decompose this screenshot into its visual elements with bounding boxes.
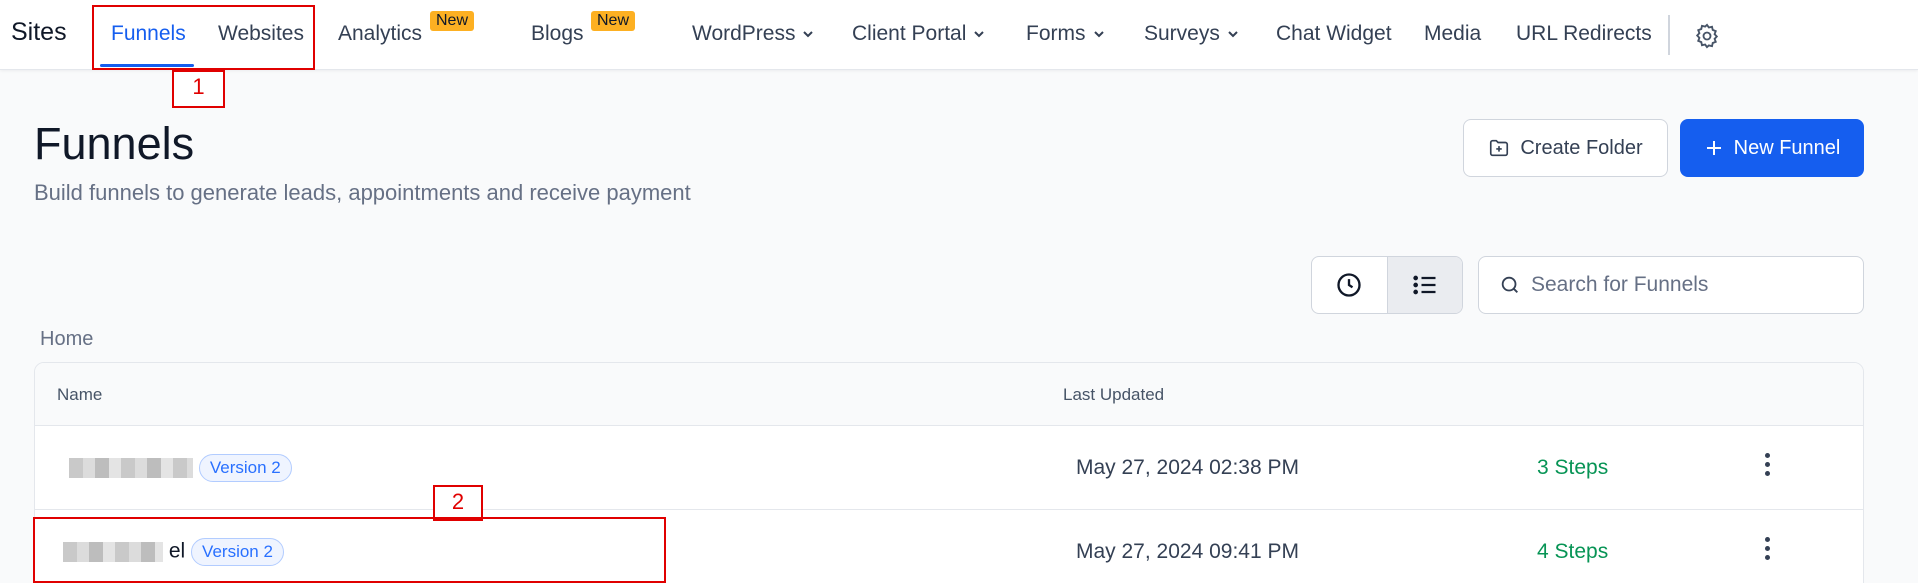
recent-view-button[interactable] [1312, 257, 1387, 313]
brand-title: Sites [11, 18, 67, 46]
column-header-name[interactable]: Name [57, 385, 102, 405]
search-box [1478, 256, 1864, 314]
table-header: Name Last Updated [35, 363, 1863, 426]
more-options-icon[interactable] [1765, 453, 1771, 480]
version-badge: Version 2 [198, 454, 292, 482]
steps-count[interactable]: 4 Steps [1537, 540, 1608, 564]
plus-icon [1706, 141, 1721, 155]
new-funnel-button[interactable]: New Funnel [1680, 119, 1864, 177]
tab-wordpress[interactable]: WordPress [692, 22, 815, 46]
column-header-last-updated[interactable]: Last Updated [1063, 385, 1164, 405]
redacted-funnel-name [69, 458, 193, 478]
list-icon [1413, 275, 1436, 295]
gear-icon[interactable] [1693, 22, 1721, 50]
tab-forms[interactable]: Forms [1026, 22, 1106, 46]
tab-analytics[interactable]: Analytics [338, 22, 422, 46]
chevron-down-icon [803, 31, 814, 38]
blogs-new-badge: New [591, 11, 636, 31]
analytics-new-badge: New [430, 11, 475, 31]
annotation-label-1: 1 [172, 70, 225, 108]
tab-client-portal[interactable]: Client Portal [852, 22, 986, 46]
table-row[interactable]: Version 2 May 27, 2024 02:38 PM 3 Steps [35, 426, 1863, 510]
annotation-box-2 [33, 517, 666, 583]
folder-plus-icon [1490, 139, 1509, 157]
chevron-down-icon [974, 31, 985, 38]
annotation-label-2: 2 [433, 485, 483, 521]
page-title: Funnels [34, 118, 195, 169]
create-folder-button[interactable]: Create Folder [1463, 119, 1668, 177]
list-view-button[interactable] [1386, 257, 1462, 313]
annotation-box-1 [92, 5, 315, 70]
tab-chat-widget[interactable]: Chat Widget [1276, 22, 1392, 46]
chevron-down-icon [1093, 31, 1104, 38]
more-options-icon[interactable] [1765, 537, 1771, 564]
steps-count[interactable]: 3 Steps [1537, 456, 1608, 480]
last-updated: May 27, 2024 09:41 PM [1076, 540, 1299, 563]
tab-url-redirects[interactable]: URL Redirects [1516, 22, 1652, 46]
chevron-down-icon [1228, 31, 1238, 38]
view-toggle [1311, 256, 1463, 314]
clock-icon [1337, 273, 1361, 297]
search-icon [1501, 276, 1518, 293]
tab-media[interactable]: Media [1424, 22, 1481, 46]
page-subtitle: Build funnels to generate leads, appoint… [34, 180, 691, 205]
tab-blogs[interactable]: Blogs [531, 22, 584, 46]
search-input[interactable] [1531, 273, 1831, 297]
last-updated: May 27, 2024 02:38 PM [1076, 456, 1299, 479]
tab-surveys[interactable]: Surveys [1144, 22, 1240, 46]
breadcrumb[interactable]: Home [40, 328, 93, 351]
nav-divider [1668, 15, 1670, 55]
